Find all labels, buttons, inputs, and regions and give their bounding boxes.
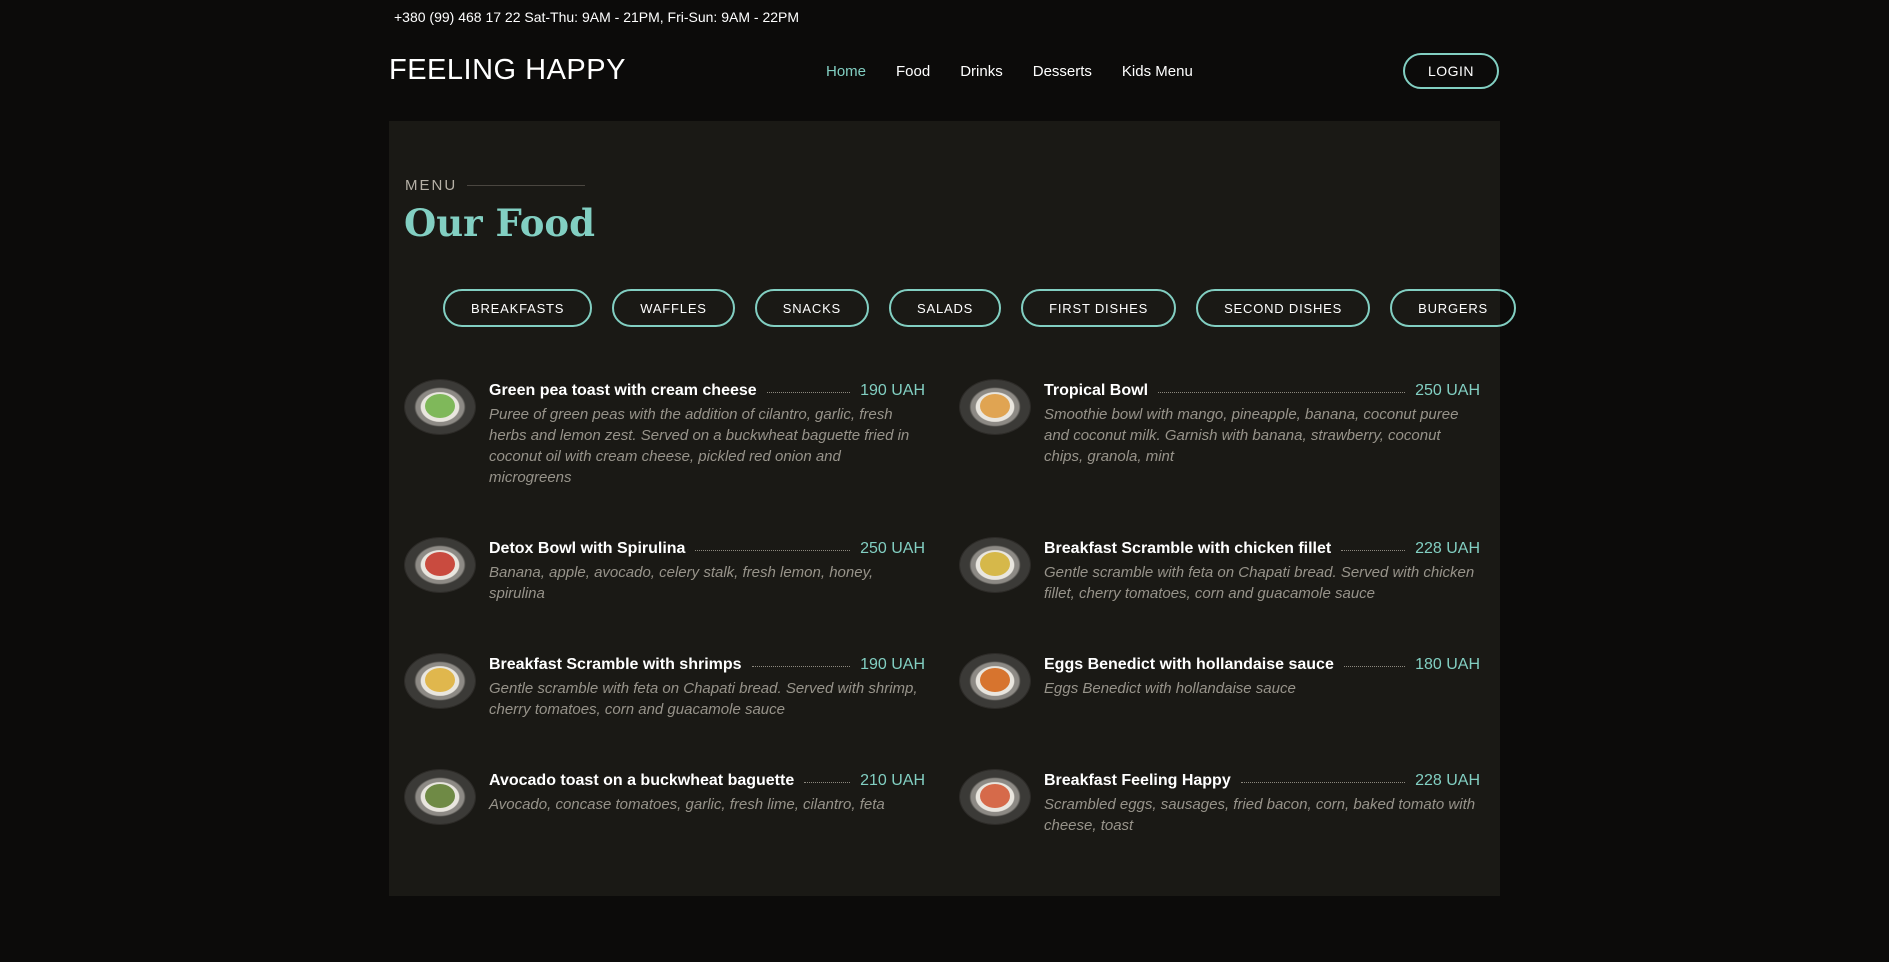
dotted-leader (1158, 391, 1406, 393)
dish-price: 250 UAH (860, 540, 925, 557)
dotted-leader (804, 781, 851, 783)
nav-desserts[interactable]: Desserts (1033, 63, 1092, 80)
dish-description: Puree of green peas with the addition of… (489, 406, 910, 486)
category-waffles-button[interactable]: WAFFLES (612, 289, 735, 327)
dish-price: 180 UAH (1415, 656, 1480, 673)
dish-name: Eggs Benedict with hollandaise sauce (1044, 656, 1334, 673)
dotted-leader (695, 549, 851, 551)
dish-photo (405, 770, 475, 824)
section-title: Our Food (404, 201, 595, 245)
dish-description: Banana, apple, avocado, celery stalk, fr… (489, 564, 874, 602)
category-second-dishes-button[interactable]: SECOND DISHES (1196, 289, 1371, 327)
dotted-leader (751, 665, 851, 667)
dish-price: 250 UAH (1415, 382, 1480, 399)
dish-photo (960, 538, 1030, 592)
dish-price: 228 UAH (1415, 772, 1480, 789)
dish-name: Tropical Bowl (1044, 382, 1149, 399)
category-first-dishes-button[interactable]: FIRST DISHES (1021, 289, 1177, 327)
dish-price: 228 UAH (1415, 540, 1480, 557)
main-nav: Home Food Drinks Desserts Kids Menu (826, 63, 1223, 80)
dish-name: Breakfast Scramble with shrimps (489, 656, 742, 673)
section-label-divider (467, 185, 586, 186)
dish-photo (960, 380, 1030, 434)
nav-kids-menu[interactable]: Kids Menu (1122, 63, 1193, 80)
login-button[interactable]: LOGIN (1403, 53, 1499, 89)
menu-panel: MENU Our Food BREAKFASTS WAFFLES SNACKS … (389, 121, 1516, 896)
category-salads-button[interactable]: SALADS (889, 289, 1002, 327)
dish-description: Eggs Benedict with hollandaise sauce (1044, 680, 1296, 697)
category-breakfasts-button[interactable]: BREAKFASTS (443, 289, 593, 327)
site-header: FEELING HAPPY Home Food Drinks Desserts … (389, 50, 1499, 96)
dotted-leader (1341, 549, 1406, 551)
dish-price: 190 UAH (860, 382, 925, 399)
dish-description: Smoothie bowl with mango, pineapple, ban… (1044, 406, 1459, 465)
dish-price: 210 UAH (860, 772, 925, 789)
category-snacks-button[interactable]: SNACKS (754, 289, 870, 327)
dish-name: Breakfast Scramble with chicken fillet (1044, 540, 1332, 557)
dish-photo (960, 654, 1030, 708)
contact-info: +380 (99) 468 17 22 Sat-Thu: 9AM - 21PM,… (394, 9, 800, 25)
dish-photo (960, 770, 1030, 824)
dish-photo (405, 654, 475, 708)
category-filters: BREAKFASTS WAFFLES SNACKS SALADS FIRST D… (443, 289, 1516, 327)
dish-description: Gentle scramble with feta on Chapati bre… (489, 680, 918, 718)
nav-drinks[interactable]: Drinks (960, 63, 1003, 80)
section-label-text: MENU (405, 177, 458, 194)
nav-food[interactable]: Food (896, 63, 930, 80)
dotted-leader (1343, 665, 1406, 667)
dotted-leader (1240, 781, 1406, 783)
category-burgers-button[interactable]: BURGERS (1390, 289, 1516, 327)
dish-photo (405, 538, 475, 592)
dish-name: Avocado toast on a buckwheat baguette (489, 772, 795, 789)
dish-name: Detox Bowl with Spirulina (489, 540, 686, 557)
dish-description: Avocado, concase tomatoes, garlic, fresh… (489, 796, 885, 813)
dish-description: Gentle scramble with feta on Chapati bre… (1044, 564, 1475, 602)
dish-description: Scrambled eggs, sausages, fried bacon, c… (1044, 796, 1476, 834)
dish-photo (405, 380, 475, 434)
nav-home[interactable]: Home (826, 63, 866, 80)
dotted-leader (766, 391, 851, 393)
site-logo[interactable]: FEELING HAPPY (389, 54, 626, 87)
section-label: MENU (405, 177, 586, 194)
dish-price: 190 UAH (860, 656, 925, 673)
dish-name: Green pea toast with cream cheese (489, 382, 757, 399)
dish-name: Breakfast Feeling Happy (1044, 772, 1231, 789)
